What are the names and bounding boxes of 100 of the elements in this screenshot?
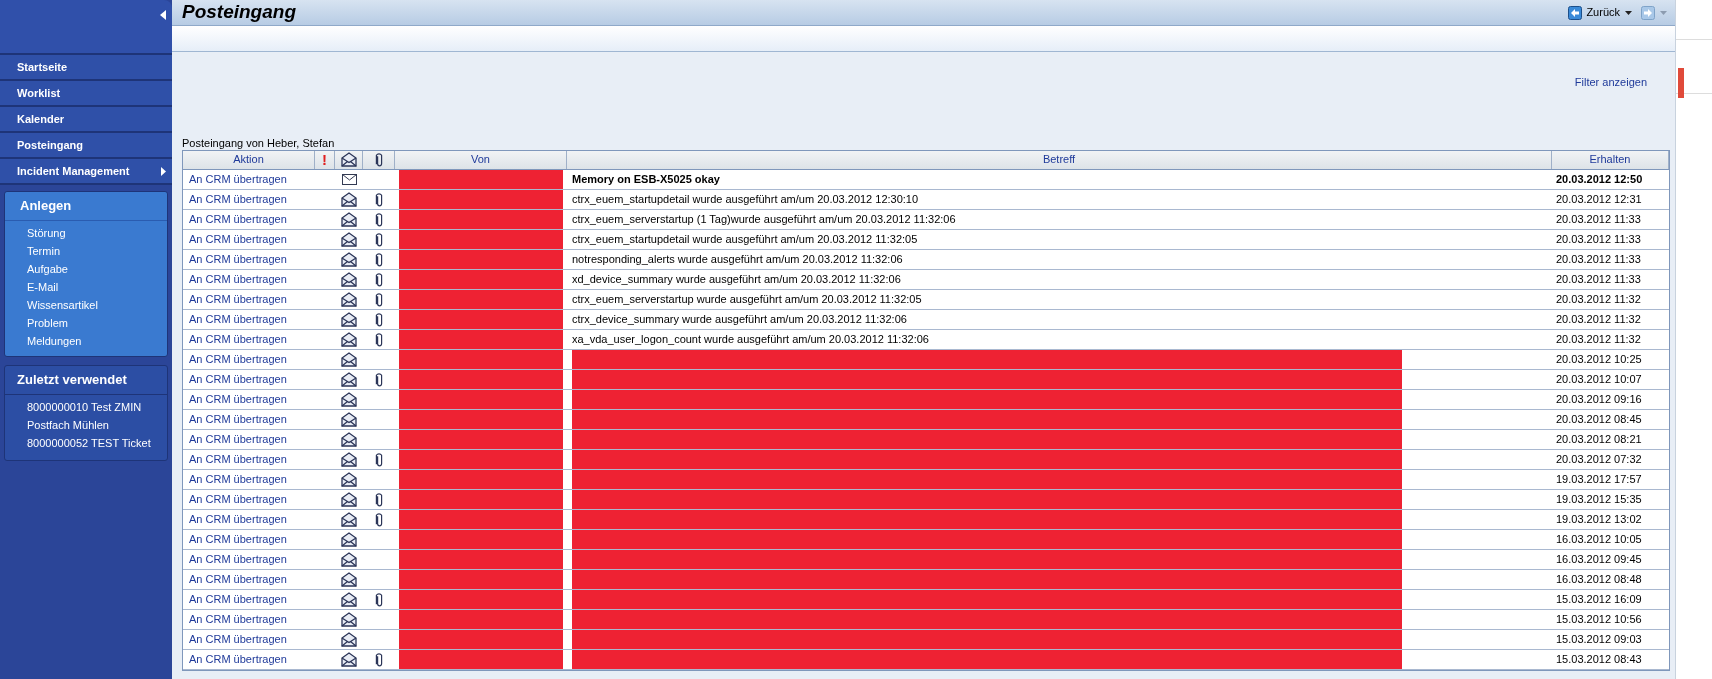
- transfer-link[interactable]: An CRM übertragen: [189, 190, 287, 208]
- open-envelope-icon: [341, 451, 357, 467]
- open-envelope-icon: [341, 271, 357, 287]
- received-cell-text: 20.03.2012 11:32: [1556, 331, 1641, 347]
- transfer-link[interactable]: An CRM übertragen: [189, 650, 287, 668]
- back-arrow-icon: [1568, 5, 1583, 20]
- subject-cell-text: ctrx_euem_serverstartup (1 Tag)wurde ausgeführt am/um 20.03.2012 11:32:06: [572, 211, 956, 227]
- transfer-link[interactable]: An CRM übertragen: [189, 630, 287, 648]
- envelope-icon: [340, 152, 357, 167]
- create-link[interactable]: Meldungen: [5, 332, 167, 350]
- received-cell-text: 15.03.2012 09:03: [1556, 631, 1642, 647]
- received-cell-text: 20.03.2012 11:33: [1556, 271, 1641, 287]
- subject-cell-text: notresponding_alerts wurde ausgeführt am/um 20.03.2012 11:32:06: [572, 251, 903, 267]
- transfer-link[interactable]: An CRM übertragen: [189, 550, 287, 568]
- paperclip-icon: [375, 311, 383, 327]
- recent-link[interactable]: 8000000010 Test ZMIN: [5, 398, 167, 416]
- paperclip-icon: [375, 491, 383, 507]
- create-link[interactable]: Aufgabe: [5, 260, 167, 278]
- transfer-link[interactable]: An CRM übertragen: [189, 370, 287, 388]
- transfer-link[interactable]: An CRM übertragen: [189, 610, 287, 628]
- subject-cell-text: ctrx_euem_startupdetail wurde ausgeführt am/um 20.03.2012 12:30:10: [572, 191, 919, 207]
- forward-arrow-icon[interactable]: [1641, 5, 1655, 20]
- transfer-link[interactable]: An CRM übertragen: [189, 410, 287, 428]
- received-cell-text: 20.03.2012 08:45: [1556, 411, 1642, 427]
- transfer-link[interactable]: An CRM übertragen: [189, 590, 287, 608]
- received-cell-text: 20.03.2012 10:25: [1556, 351, 1642, 367]
- transfer-link[interactable]: An CRM übertragen: [189, 290, 287, 308]
- received-cell-text: 20.03.2012 11:33: [1556, 231, 1641, 247]
- open-envelope-icon: [341, 331, 357, 347]
- paperclip-icon: [375, 271, 383, 287]
- open-envelope-icon: [341, 631, 357, 647]
- transfer-link[interactable]: An CRM übertragen: [189, 450, 287, 468]
- column-header[interactable]: Von: [471, 151, 490, 168]
- received-cell-text: 20.03.2012 07:32: [1556, 451, 1642, 467]
- transfer-link[interactable]: An CRM übertragen: [189, 490, 287, 508]
- dropdown-caret-icon[interactable]: [1625, 10, 1632, 15]
- create-link[interactable]: E-Mail: [5, 278, 167, 296]
- open-envelope-icon: [341, 571, 357, 587]
- open-envelope-icon: [341, 551, 357, 567]
- column-header[interactable]: Erhalten: [1589, 151, 1631, 168]
- nav-item[interactable]: Startseite: [0, 55, 172, 81]
- received-cell-text: 20.03.2012 11:33: [1556, 251, 1641, 267]
- paperclip-icon: [375, 371, 383, 387]
- transfer-link[interactable]: An CRM übertragen: [189, 330, 287, 348]
- open-envelope-icon: [341, 291, 357, 307]
- collapse-arrow-icon[interactable]: [160, 10, 166, 20]
- received-cell-text: 20.03.2012 08:21: [1556, 431, 1642, 447]
- nav-item[interactable]: Incident Management: [0, 159, 172, 185]
- received-cell-text: 20.03.2012 09:16: [1556, 391, 1642, 407]
- transfer-link[interactable]: An CRM übertragen: [189, 250, 287, 268]
- open-envelope-icon: [341, 411, 357, 427]
- open-envelope-icon: [341, 471, 357, 487]
- priority-header[interactable]: !: [322, 152, 327, 167]
- received-cell-text: 15.03.2012 08:43: [1556, 651, 1642, 667]
- open-envelope-icon: [341, 311, 357, 327]
- received-cell-text: 20.03.2012 11:33: [1556, 211, 1641, 227]
- create-link[interactable]: Termin: [5, 242, 167, 260]
- subject-cell-text: xa_vda_user_logon_count wurde ausgeführt am/um 20.03.2012 11:32:06: [572, 331, 929, 347]
- back-button[interactable]: Zurück: [1568, 4, 1620, 21]
- recent-link[interactable]: 8000000052 TEST Ticket: [5, 434, 167, 452]
- transfer-link[interactable]: An CRM übertragen: [189, 390, 287, 408]
- transfer-link[interactable]: An CRM übertragen: [189, 430, 287, 448]
- create-link[interactable]: Störung: [5, 224, 167, 242]
- transfer-link[interactable]: An CRM übertragen: [189, 510, 287, 528]
- open-envelope-icon: [341, 431, 357, 447]
- nav-item[interactable]: Worklist: [0, 81, 172, 107]
- column-header[interactable]: Aktion: [233, 151, 264, 168]
- paperclip-icon: [375, 451, 383, 467]
- transfer-link[interactable]: An CRM übertragen: [189, 270, 287, 288]
- transfer-link[interactable]: An CRM übertragen: [189, 350, 287, 368]
- create-link[interactable]: Wissensartikel: [5, 296, 167, 314]
- transfer-link[interactable]: An CRM übertragen: [189, 170, 287, 188]
- column-header[interactable]: Betreff: [1042, 151, 1076, 168]
- create-link[interactable]: Problem: [5, 314, 167, 332]
- paperclip-icon: [375, 291, 383, 307]
- inbox-owner-label: Posteingang von Heber, Stefan: [182, 135, 336, 150]
- transfer-link[interactable]: An CRM übertragen: [189, 210, 287, 228]
- open-envelope-icon: [341, 491, 357, 507]
- received-cell-text: 19.03.2012 15:35: [1556, 491, 1642, 507]
- paperclip-icon: [375, 231, 383, 247]
- nav-item[interactable]: Posteingang: [0, 133, 172, 159]
- paperclip-icon: [375, 651, 383, 667]
- transfer-link[interactable]: An CRM übertragen: [189, 310, 287, 328]
- nav-item[interactable]: Kalender: [0, 107, 172, 133]
- submenu-arrow-icon[interactable]: [161, 166, 166, 176]
- subject-cell-text: Memory on ESB-X5025 okay: [572, 171, 720, 187]
- subject-cell-text: ctrx_device_summary wurde ausgeführt am/um 20.03.2012 11:32:06: [572, 311, 907, 327]
- open-envelope-icon: [341, 531, 357, 547]
- transfer-link[interactable]: An CRM übertragen: [189, 530, 287, 548]
- received-cell-text: 16.03.2012 08:48: [1556, 571, 1642, 587]
- filter-link[interactable]: Filter anzeigen: [1574, 74, 1647, 91]
- open-envelope-icon: [341, 191, 357, 207]
- transfer-link[interactable]: An CRM übertragen: [189, 570, 287, 588]
- open-envelope-icon: [341, 351, 357, 367]
- received-cell-text: 15.03.2012 10:56: [1556, 611, 1642, 627]
- received-cell-text: 20.03.2012 12:50: [1556, 171, 1643, 187]
- transfer-link[interactable]: An CRM übertragen: [189, 230, 287, 248]
- panel-title: Zuletzt verwendet: [5, 366, 167, 395]
- transfer-link[interactable]: An CRM übertragen: [189, 470, 287, 488]
- recent-link[interactable]: Postfach Mühlen: [5, 416, 167, 434]
